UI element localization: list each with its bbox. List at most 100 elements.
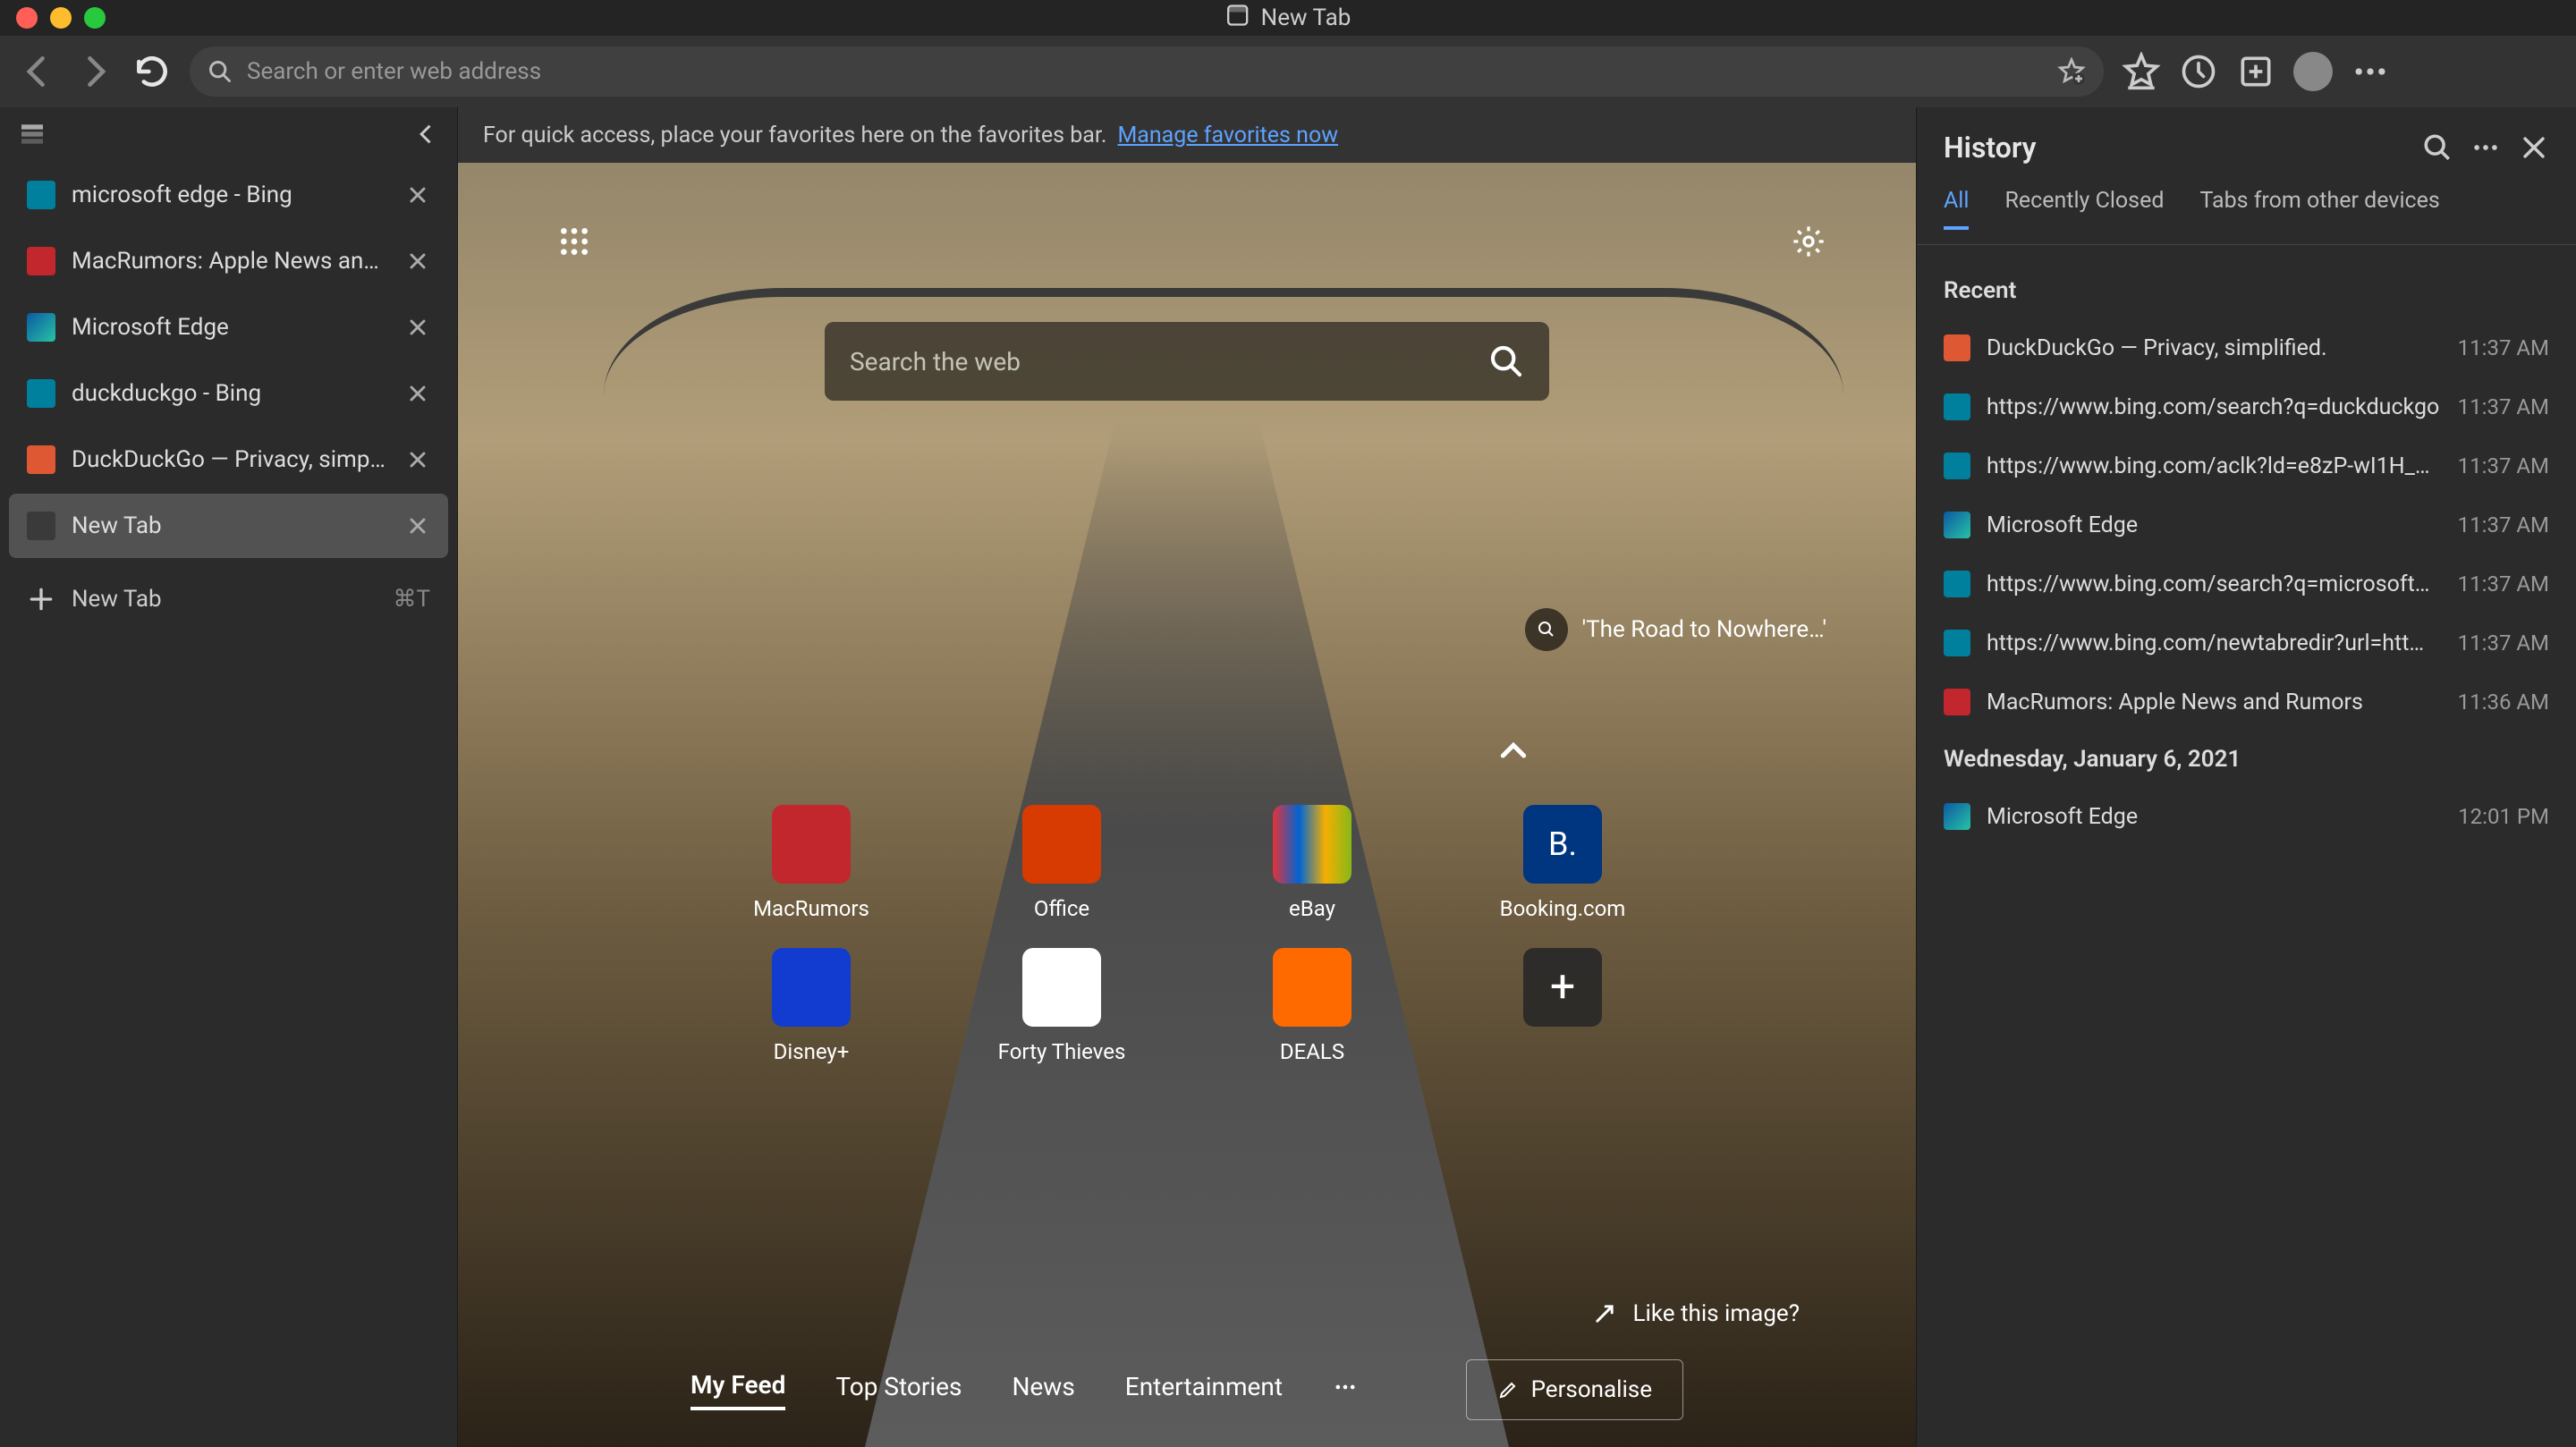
history-item[interactable]: https://www.bing.com/newtabredir?url=htt… — [1917, 613, 2576, 673]
image-credit-text: 'The Road to Nowhere…' — [1582, 616, 1826, 643]
ddg-favicon-icon — [27, 445, 55, 474]
history-item-title: https://www.bing.com/search?q=microsoft… — [1987, 571, 2442, 597]
close-tab-icon[interactable] — [405, 381, 430, 406]
close-window-button[interactable] — [16, 7, 38, 29]
search-icon[interactable] — [1488, 343, 1524, 379]
history-item-title: https://www.bing.com/newtabredir?url=htt… — [1987, 630, 2442, 656]
history-close-icon[interactable] — [2519, 132, 2549, 163]
history-section-label: Recent — [1917, 263, 2576, 318]
close-tab-icon[interactable] — [405, 447, 430, 472]
image-credit[interactable]: 'The Road to Nowhere…' — [1525, 608, 1826, 651]
history-item[interactable]: https://www.bing.com/search?q=duckduckgo… — [1917, 377, 2576, 436]
feed-more-icon[interactable] — [1333, 1375, 1358, 1406]
history-tab[interactable]: All — [1944, 188, 1969, 230]
history-more-icon[interactable] — [2470, 132, 2501, 163]
office-tile-icon — [1022, 805, 1101, 884]
history-search-icon[interactable] — [2422, 132, 2453, 163]
favorites-bar-text: For quick access, place your favorites h… — [483, 123, 1106, 148]
menu-button[interactable] — [2351, 52, 2390, 91]
web-search-input[interactable] — [850, 347, 1488, 377]
history-item-title: Microsoft Edge — [1987, 804, 2442, 830]
tab-item[interactable]: MacRumors: Apple News and Rumors — [9, 229, 448, 293]
history-tab[interactable]: Tabs from other devices — [2199, 188, 2439, 230]
close-tab-icon[interactable] — [405, 249, 430, 274]
reload-button[interactable] — [132, 52, 172, 91]
bing-favicon-icon — [1944, 571, 1970, 597]
web-search-box[interactable] — [825, 322, 1549, 401]
maximize-window-button[interactable] — [84, 7, 106, 29]
quick-link-item[interactable]: MacRumors — [753, 805, 869, 921]
history-item[interactable]: DuckDuckGo — Privacy, simplified. 11:37 … — [1917, 318, 2576, 377]
edge-favicon-icon — [27, 313, 55, 342]
tab-item[interactable]: Microsoft Edge — [9, 295, 448, 360]
feed-tab[interactable]: Entertainment — [1125, 1372, 1283, 1409]
tab-item[interactable]: DuckDuckGo — Privacy, simplified. — [9, 427, 448, 492]
close-tab-icon[interactable] — [405, 315, 430, 340]
minimize-window-button[interactable] — [50, 7, 72, 29]
tab-label: New Tab — [72, 512, 389, 539]
plus-icon: + — [1523, 948, 1602, 1027]
deals-tile-icon — [1273, 948, 1352, 1027]
quick-link-label: eBay — [1289, 896, 1335, 921]
quick-link-item[interactable]: Forty Thieves — [1004, 948, 1120, 1064]
page-layout-icon[interactable] — [556, 224, 592, 259]
close-tab-icon[interactable] — [405, 513, 430, 538]
history-tabs: All Recently Closed Tabs from other device… — [1917, 188, 2576, 245]
new-tab-button[interactable]: New Tab ⌘T — [9, 567, 448, 631]
quick-link-item[interactable]: eBay — [1254, 805, 1370, 921]
history-body[interactable]: Recent DuckDuckGo — Privacy, simplified.… — [1917, 245, 2576, 1447]
history-item[interactable]: Microsoft Edge 12:01 PM — [1917, 787, 2576, 846]
profile-avatar[interactable] — [2293, 52, 2333, 91]
quick-link-item[interactable]: Disney+ — [753, 948, 869, 1064]
feed-tab[interactable]: News — [1012, 1372, 1074, 1409]
traffic-lights — [16, 7, 106, 29]
quick-link-label: Forty Thieves — [998, 1039, 1126, 1064]
like-image-link[interactable]: Like this image? — [1592, 1300, 1800, 1327]
tab-label: DuckDuckGo — Privacy, simplified. — [72, 446, 389, 473]
feed-tab[interactable]: My Feed — [691, 1370, 785, 1410]
feed-tab[interactable]: Top Stories — [835, 1372, 962, 1409]
plus-icon — [27, 585, 55, 613]
history-tab[interactable]: Recently Closed — [2004, 188, 2164, 230]
forward-button[interactable] — [75, 52, 114, 91]
history-section-label: Wednesday, January 6, 2021 — [1917, 732, 2576, 787]
address-input[interactable] — [247, 58, 2043, 85]
star-add-icon[interactable] — [2057, 57, 2086, 86]
search-icon — [208, 59, 233, 84]
quick-link-item[interactable]: DEALS — [1254, 948, 1370, 1064]
personalise-button[interactable]: Personalise — [1466, 1359, 1683, 1420]
history-item[interactable]: Microsoft Edge 11:37 AM — [1917, 495, 2576, 554]
tab-label: Microsoft Edge — [72, 314, 389, 341]
history-item-title: https://www.bing.com/search?q=duckduckgo — [1987, 394, 2442, 420]
favorites-button[interactable] — [2122, 52, 2161, 91]
vertical-tabs-sidebar: microsoft edge - Bing MacRumors: Apple N… — [0, 107, 458, 1447]
history-item[interactable]: MacRumors: Apple News and Rumors 11:36 A… — [1917, 673, 2576, 732]
tab-item[interactable]: microsoft edge - Bing — [9, 163, 448, 227]
add-quick-link-button[interactable]: + — [1504, 948, 1621, 1064]
back-button[interactable] — [18, 52, 57, 91]
tab-label: MacRumors: Apple News and Rumors — [72, 248, 389, 275]
page-settings-icon[interactable] — [1791, 224, 1826, 259]
macrumors-favicon-icon — [27, 247, 55, 275]
edge-favicon-icon — [1944, 803, 1970, 830]
tab-item[interactable]: duckduckgo - Bing — [9, 361, 448, 426]
expand-icon — [1592, 1301, 1617, 1326]
history-button[interactable] — [2179, 52, 2218, 91]
feed-tabs: My Feed Top Stories News Entertainment — [691, 1370, 1358, 1410]
history-item[interactable]: https://www.bing.com/search?q=microsoft…… — [1917, 554, 2576, 613]
quick-link-item[interactable]: B. Booking.com — [1504, 805, 1621, 921]
history-item[interactable]: https://www.bing.com/aclk?ld=e8zP-wI1H_…… — [1917, 436, 2576, 495]
tab-item[interactable]: New Tab — [9, 494, 448, 558]
tabs-list-icon[interactable] — [18, 120, 47, 148]
history-item-time: 12:01 PM — [2458, 804, 2549, 829]
address-bar[interactable] — [190, 47, 2104, 97]
close-tab-icon[interactable] — [405, 182, 430, 207]
search-image-icon[interactable] — [1525, 608, 1568, 651]
history-item-title: Microsoft Edge — [1987, 512, 2442, 538]
collapse-quicklinks-icon[interactable] — [1496, 733, 1531, 769]
pencil-icon — [1497, 1379, 1519, 1400]
collections-button[interactable] — [2236, 52, 2275, 91]
manage-favorites-link[interactable]: Manage favorites now — [1117, 123, 1338, 148]
quick-link-item[interactable]: Office — [1004, 805, 1120, 921]
collapse-tabs-icon[interactable] — [414, 122, 439, 147]
